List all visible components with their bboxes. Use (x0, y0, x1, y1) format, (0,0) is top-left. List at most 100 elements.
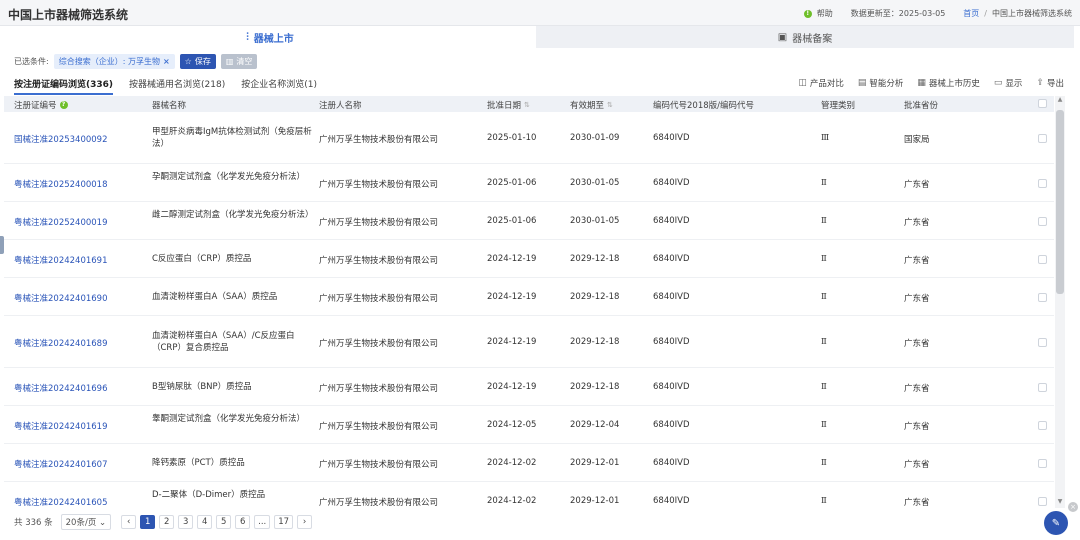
subtab-by-reg-no[interactable]: 按注册证编码浏览(336) (14, 77, 114, 95)
chevron-down-icon: ⌄ (99, 518, 107, 528)
row-checkbox[interactable] (1038, 292, 1047, 302)
page-size-select[interactable]: 20条/页 ⌄ (60, 514, 112, 530)
tab-device-listed[interactable]: ⫶ 器械上市 (4, 26, 536, 48)
reg-no-link[interactable]: 粤械注准20242401689 (14, 337, 108, 349)
side-collapse-handle[interactable] (0, 236, 4, 254)
browse-subtabs: 按注册证编码浏览(336) 按器械通用名浏览(218) 按企业名称浏览(1) (14, 77, 317, 95)
help-icon[interactable]: ! (803, 9, 812, 18)
registrant-cell: 广州万孚生物技术股份有限公司 (319, 217, 439, 228)
reg-no-link[interactable]: 粤械注准20242401690 (14, 292, 108, 304)
reg-no-link[interactable]: 粤械注准20242401605 (14, 496, 108, 508)
tool-history-label: 器械上市历史 (928, 79, 980, 89)
col-valid-until[interactable]: 有效期至 ⇅ (570, 99, 613, 111)
registrant-cell: 广州万孚生物技术股份有限公司 (319, 421, 439, 432)
pagination: 共 336 条 20条/页 ⌄ ‹ 1 2 3 4 5 6... 17 › (14, 514, 313, 530)
feedback-button[interactable]: ✎ (1044, 511, 1068, 535)
next-page-button[interactable]: › (297, 515, 313, 529)
code-cell: 6840IVD (653, 215, 690, 226)
row-checkbox[interactable] (1038, 216, 1047, 226)
reg-no-link[interactable]: 粤械注准20252400018 (14, 178, 108, 190)
table-row[interactable]: 粤械注准20242401607 降钙素原（PCT）质控品 广州万孚生物技术股份有限公… (4, 444, 1054, 482)
close-icon[interactable]: × (163, 57, 170, 66)
table-row[interactable]: 粤械注准20242401605 D-二聚体（D-Dimer）质控品 广州万孚生物技术… (4, 482, 1054, 508)
scroll-up-icon[interactable]: ▲ (1056, 96, 1064, 106)
table-row[interactable]: 国械注准20253400092 甲型肝炎病毒IgM抗体检测试剂（免疫层析法） 广州万… (4, 112, 1054, 164)
clear-button-label: 清空 (236, 57, 253, 66)
subtab-by-generic-name[interactable]: 按器械通用名浏览(218) (129, 77, 225, 95)
page-ellipsis[interactable]: ... (254, 515, 271, 529)
row-checkbox[interactable] (1038, 254, 1047, 264)
tool-export[interactable]: ⇪ 导出 (1036, 77, 1064, 89)
registrant-cell: 广州万孚生物技术股份有限公司 (319, 459, 439, 470)
subtab-by-company[interactable]: 按企业名称浏览(1) (241, 77, 317, 95)
row-checkbox[interactable] (1038, 420, 1047, 430)
approval-date-cell: 2024-12-19 (487, 253, 537, 264)
table-row[interactable]: 粤械注准20242401689 血清淀粉样蛋白A（SAA）/C反应蛋白（CRP）复… (4, 316, 1054, 368)
approval-date-cell: 2025-01-10 (487, 132, 537, 143)
row-checkbox[interactable] (1038, 178, 1047, 188)
select-all-checkbox[interactable] (1038, 99, 1047, 108)
scroll-thumb[interactable] (1056, 110, 1064, 294)
page-button[interactable]: 5 (216, 515, 232, 529)
help-link[interactable]: 帮助 (817, 8, 833, 19)
valid-until-cell: 2029-12-18 (570, 253, 620, 264)
row-checkbox[interactable] (1038, 382, 1047, 392)
table-row[interactable]: 粤械注准20252400019 雌二醇测定试剂盒（化学发光免疫分析法） 广州万孚生物… (4, 202, 1054, 240)
tool-display[interactable]: ▭ 显示 (994, 77, 1023, 89)
table-row[interactable]: 粤械注准20242401691 C反应蛋白（CRP）质控品 广州万孚生物技术股份有限… (4, 240, 1054, 278)
filter-chip[interactable]: 综合搜索（企业）: 万孚生物 × (53, 54, 175, 69)
tool-compare-label: 产品对比 (809, 79, 844, 89)
page-button[interactable]: 1 (140, 515, 156, 529)
valid-until-cell: 2030-01-05 (570, 215, 620, 226)
reg-no-link[interactable]: 国械注准20253400092 (14, 133, 108, 145)
page-button[interactable]: 4 (197, 515, 213, 529)
tab-device-listed-label: 器械上市 (253, 33, 294, 45)
row-checkbox[interactable] (1038, 496, 1047, 506)
registrant-cell: 广州万孚生物技术股份有限公司 (319, 134, 439, 145)
approval-date-cell: 2025-01-06 (487, 215, 537, 226)
valid-until-cell: 2029-12-18 (570, 381, 620, 392)
col-approval-date[interactable]: 批准日期 ⇅ (487, 99, 530, 111)
table-row[interactable]: 粤械注准20242401619 睾酮测定试剂盒（化学发光免疫分析法） 广州万孚生物技… (4, 406, 1054, 444)
province-cell: 国家局 (904, 134, 930, 145)
page-button[interactable]: 17 (274, 515, 294, 529)
col-registrant: 注册人名称 (319, 101, 362, 111)
tool-compare[interactable]: ◫ 产品对比 (798, 77, 844, 89)
page-button[interactable]: 2 (159, 515, 175, 529)
page-button[interactable]: 3 (178, 515, 194, 529)
table-row[interactable]: 粤械注准20242401690 血清淀粉样蛋白A（SAA）质控品 广州万孚生物技术股… (4, 278, 1054, 316)
sort-icon[interactable]: ⇅ (607, 101, 613, 109)
tool-analysis-label: 智能分析 (869, 79, 904, 89)
top-bar: 中国上市器械筛选系统 ! 帮助 数据更新至：2025-03-05 首页 / 中国… (0, 0, 1080, 26)
reg-no-link[interactable]: 粤械注准20242401619 (14, 420, 108, 432)
vertical-scrollbar[interactable]: ▲ ▼ (1055, 96, 1065, 508)
reg-no-link[interactable]: 粤械注准20242401696 (14, 382, 108, 394)
table-row[interactable]: 粤械注准20252400018 孕酮测定试剂盒（化学发光免疫分析法） 广州万孚生物技… (4, 164, 1054, 202)
reg-no-link[interactable]: 粤械注准20242401691 (14, 254, 108, 266)
top-right-area: ! 帮助 数据更新至：2025-03-05 首页 / 中国上市器械筛选系统 (803, 8, 1072, 19)
class-cell: Ⅱ (821, 291, 827, 302)
clear-button[interactable]: ▥ 清空 (220, 54, 258, 69)
close-feedback-icon[interactable]: × (1068, 502, 1078, 512)
save-button[interactable]: ☆ 保存 (179, 54, 216, 69)
table-row[interactable]: 粤械注准20242401696 B型钠尿肽（BNP）质控品 广州万孚生物技术股份有限… (4, 368, 1054, 406)
scroll-down-icon[interactable]: ▼ (1056, 498, 1064, 508)
row-checkbox[interactable] (1038, 458, 1047, 468)
reg-no-link[interactable]: 粤械注准20252400019 (14, 216, 108, 228)
class-cell: Ⅲ (821, 132, 830, 143)
row-checkbox[interactable] (1038, 337, 1047, 347)
prev-page-button[interactable]: ‹ (121, 515, 137, 529)
tool-analysis[interactable]: ▤ 智能分析 (858, 77, 904, 89)
col-approval-date-label: 批准日期 (487, 101, 522, 111)
tool-history[interactable]: ▦ 器械上市历史 (917, 77, 980, 89)
col-name: 器械名称 (152, 101, 187, 111)
breadcrumb-home[interactable]: 首页 (963, 8, 979, 19)
sort-icon[interactable]: ⇅ (524, 101, 530, 109)
question-icon[interactable]: ? (59, 101, 68, 109)
page-button[interactable]: 6 (235, 515, 251, 529)
tab-device-filed[interactable]: ▣ 器械备案 (536, 26, 1074, 48)
code-cell: 6840IVD (653, 253, 690, 264)
class-cell: Ⅱ (821, 336, 827, 347)
reg-no-link[interactable]: 粤械注准20242401607 (14, 458, 108, 470)
row-checkbox[interactable] (1038, 133, 1047, 143)
